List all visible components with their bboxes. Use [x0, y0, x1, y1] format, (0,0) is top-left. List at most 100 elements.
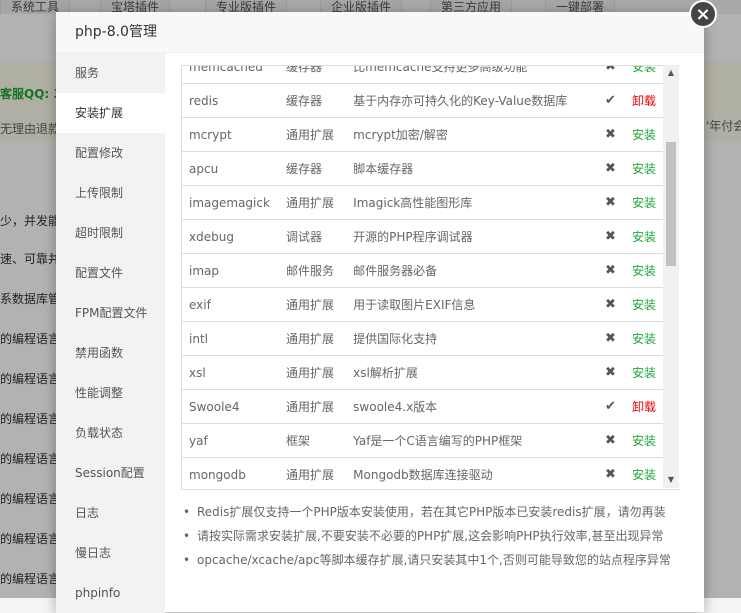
extension-description: 比memcache支持更多高级功能: [353, 66, 597, 84]
table-scrollbar[interactable]: ▲ ▼: [663, 65, 679, 488]
extension-description: swoole4.x版本: [353, 389, 597, 424]
extension-type: 通用扩展: [285, 321, 354, 356]
extension-type: 缓存器: [285, 66, 354, 84]
extension-name: intl: [182, 321, 286, 356]
extension-description: 开源的PHP程序调试器: [353, 219, 597, 254]
extension-row: imap 邮件服务 邮件服务器必备 ✖ 安装: [182, 253, 664, 288]
extension-type: 缓存器: [285, 83, 354, 118]
not-installed-x-icon: ✖: [596, 151, 625, 186]
extension-row: exif 通用扩展 用于读取图片EXIF信息 ✖ 安装: [182, 287, 664, 322]
sidebar-item-fpm-config[interactable]: FPM配置文件: [56, 293, 165, 333]
extension-type: 通用扩展: [285, 287, 354, 322]
notes-list: Redis扩展仅支持一个PHP版本安装使用，若在其它PHP版本已安装redis扩…: [181, 500, 707, 572]
extension-name: Swoole4: [182, 389, 286, 424]
extension-name: xsl: [182, 355, 286, 390]
extensions-table-container[interactable]: memcached 缓存器 比memcache支持更多高级功能 ✖ 安装 redis 缓存器…: [181, 65, 680, 490]
scroll-thumb[interactable]: [666, 142, 676, 266]
php-manager-dialog: php-8.0管理 服务 安装扩展 配置修改 上传限制 超时限制 配置文件 FP…: [56, 12, 707, 613]
sidebar-item-performance[interactable]: 性能调整: [56, 373, 165, 413]
sidebar-item-config-file[interactable]: 配置文件: [56, 253, 165, 293]
extension-row: memcached 缓存器 比memcache支持更多高级功能 ✖ 安装: [182, 66, 664, 84]
note-item: Redis扩展仅支持一个PHP版本安装使用，若在其它PHP版本已安装redis扩…: [183, 500, 707, 524]
extension-row: apcu 缓存器 脚本缓存器 ✖ 安装: [182, 151, 664, 186]
extension-description: Mongodb数据库连接驱动: [353, 457, 597, 489]
extension-name: mcrypt: [182, 117, 286, 152]
install-link[interactable]: 安装: [624, 185, 664, 220]
extension-name: mongodb: [182, 457, 286, 489]
install-link[interactable]: 安装: [624, 219, 664, 254]
extension-row: yaf 框架 Yaf是一个C语言编写的PHP框架 ✖ 安装: [182, 423, 664, 458]
sidebar-item-log[interactable]: 日志: [56, 493, 165, 533]
note-item: 请按实际需求安装扩展,不要安装不必要的PHP扩展,这会影响PHP执行效率,甚至出…: [183, 524, 707, 548]
not-installed-x-icon: ✖: [596, 219, 625, 254]
extension-type: 通用扩展: [285, 185, 354, 220]
extension-description: 提供国际化支持: [353, 321, 597, 356]
uninstall-link[interactable]: 卸载: [624, 83, 664, 118]
sidebar-item-timeout-limit[interactable]: 超时限制: [56, 213, 165, 253]
extension-name: memcached: [182, 66, 286, 84]
extension-type: 通用扩展: [285, 389, 354, 424]
install-link[interactable]: 安装: [624, 457, 664, 489]
not-installed-x-icon: ✖: [596, 457, 625, 489]
extension-description: 脚本缓存器: [353, 151, 597, 186]
installed-check-icon: ✔: [596, 83, 625, 118]
not-installed-x-icon: ✖: [596, 321, 625, 356]
sidebar-item-upload-limit[interactable]: 上传限制: [56, 173, 165, 213]
install-link[interactable]: 安装: [624, 287, 664, 322]
extension-description: xsl解析扩展: [353, 355, 597, 390]
extension-type: 通用扩展: [285, 117, 354, 152]
sidebar-item-disabled-functions[interactable]: 禁用函数: [56, 333, 165, 373]
extension-type: 缓存器: [285, 151, 354, 186]
extension-row: xsl 通用扩展 xsl解析扩展 ✖ 安装: [182, 355, 664, 390]
install-link[interactable]: 安装: [624, 355, 664, 390]
sidebar-item-session-config[interactable]: Session配置: [56, 453, 165, 493]
extension-name: imagemagick: [182, 185, 286, 220]
scroll-up-icon[interactable]: ▲: [663, 65, 679, 81]
extension-type: 通用扩展: [285, 355, 354, 390]
extension-row: intl 通用扩展 提供国际化支持 ✖ 安装: [182, 321, 664, 356]
extension-type: 通用扩展: [285, 457, 354, 489]
install-link[interactable]: 安装: [624, 253, 664, 288]
extension-row: imagemagick 通用扩展 Imagick高性能图形库 ✖ 安装: [182, 185, 664, 220]
dialog-sidebar: 服务 安装扩展 配置修改 上传限制 超时限制 配置文件 FPM配置文件 禁用函数…: [56, 53, 165, 613]
install-link[interactable]: 安装: [624, 423, 664, 458]
extension-row: mcrypt 通用扩展 mcrypt加密/解密 ✖ 安装: [182, 117, 664, 152]
extension-description: 邮件服务器必备: [353, 253, 597, 288]
extension-description: 用于读取图片EXIF信息: [353, 287, 597, 322]
scroll-down-icon[interactable]: ▼: [663, 472, 679, 488]
close-icon[interactable]: ×: [689, 0, 717, 28]
sidebar-item-phpinfo[interactable]: phpinfo: [56, 573, 165, 613]
extension-description: Imagick高性能图形库: [353, 185, 597, 220]
extension-row: xdebug 调试器 开源的PHP程序调试器 ✖ 安装: [182, 219, 664, 254]
extension-row: Swoole4 通用扩展 swoole4.x版本 ✔ 卸载: [182, 389, 664, 424]
sidebar-item-service[interactable]: 服务: [56, 53, 165, 93]
extension-description: Yaf是一个C语言编写的PHP框架: [353, 423, 597, 458]
extension-name: imap: [182, 253, 286, 288]
sidebar-item-slow-log[interactable]: 慢日志: [56, 533, 165, 573]
uninstall-link[interactable]: 卸载: [624, 389, 664, 424]
install-link[interactable]: 安装: [624, 66, 664, 84]
extension-name: xdebug: [182, 219, 286, 254]
not-installed-x-icon: ✖: [596, 117, 625, 152]
not-installed-x-icon: ✖: [596, 287, 625, 322]
sidebar-item-load-status[interactable]: 负载状态: [56, 413, 165, 453]
extension-row: redis 缓存器 基于内存亦可持久化的Key-Value数据库 ✔ 卸载: [182, 83, 664, 118]
extension-description: mcrypt加密/解密: [353, 117, 597, 152]
extension-name: yaf: [182, 423, 286, 458]
not-installed-x-icon: ✖: [596, 355, 625, 390]
extensions-table: memcached 缓存器 比memcache支持更多高级功能 ✖ 安装 redis 缓存器…: [182, 66, 664, 489]
not-installed-x-icon: ✖: [596, 423, 625, 458]
sidebar-item-install-extensions[interactable]: 安装扩展: [56, 93, 165, 133]
install-link[interactable]: 安装: [624, 117, 664, 152]
extension-description: 基于内存亦可持久化的Key-Value数据库: [353, 83, 597, 118]
not-installed-x-icon: ✖: [596, 253, 625, 288]
install-link[interactable]: 安装: [624, 321, 664, 356]
note-item: opcache/xcache/apc等脚本缓存扩展,请只安装其中1个,否则可能导…: [183, 548, 707, 572]
extension-row: mongodb 通用扩展 Mongodb数据库连接驱动 ✖ 安装: [182, 457, 664, 489]
sidebar-item-config-edit[interactable]: 配置修改: [56, 133, 165, 173]
dialog-title: php-8.0管理: [56, 12, 704, 53]
install-link[interactable]: 安装: [624, 151, 664, 186]
extension-type: 邮件服务: [285, 253, 354, 288]
extension-type: 调试器: [285, 219, 354, 254]
extension-name: redis: [182, 83, 286, 118]
